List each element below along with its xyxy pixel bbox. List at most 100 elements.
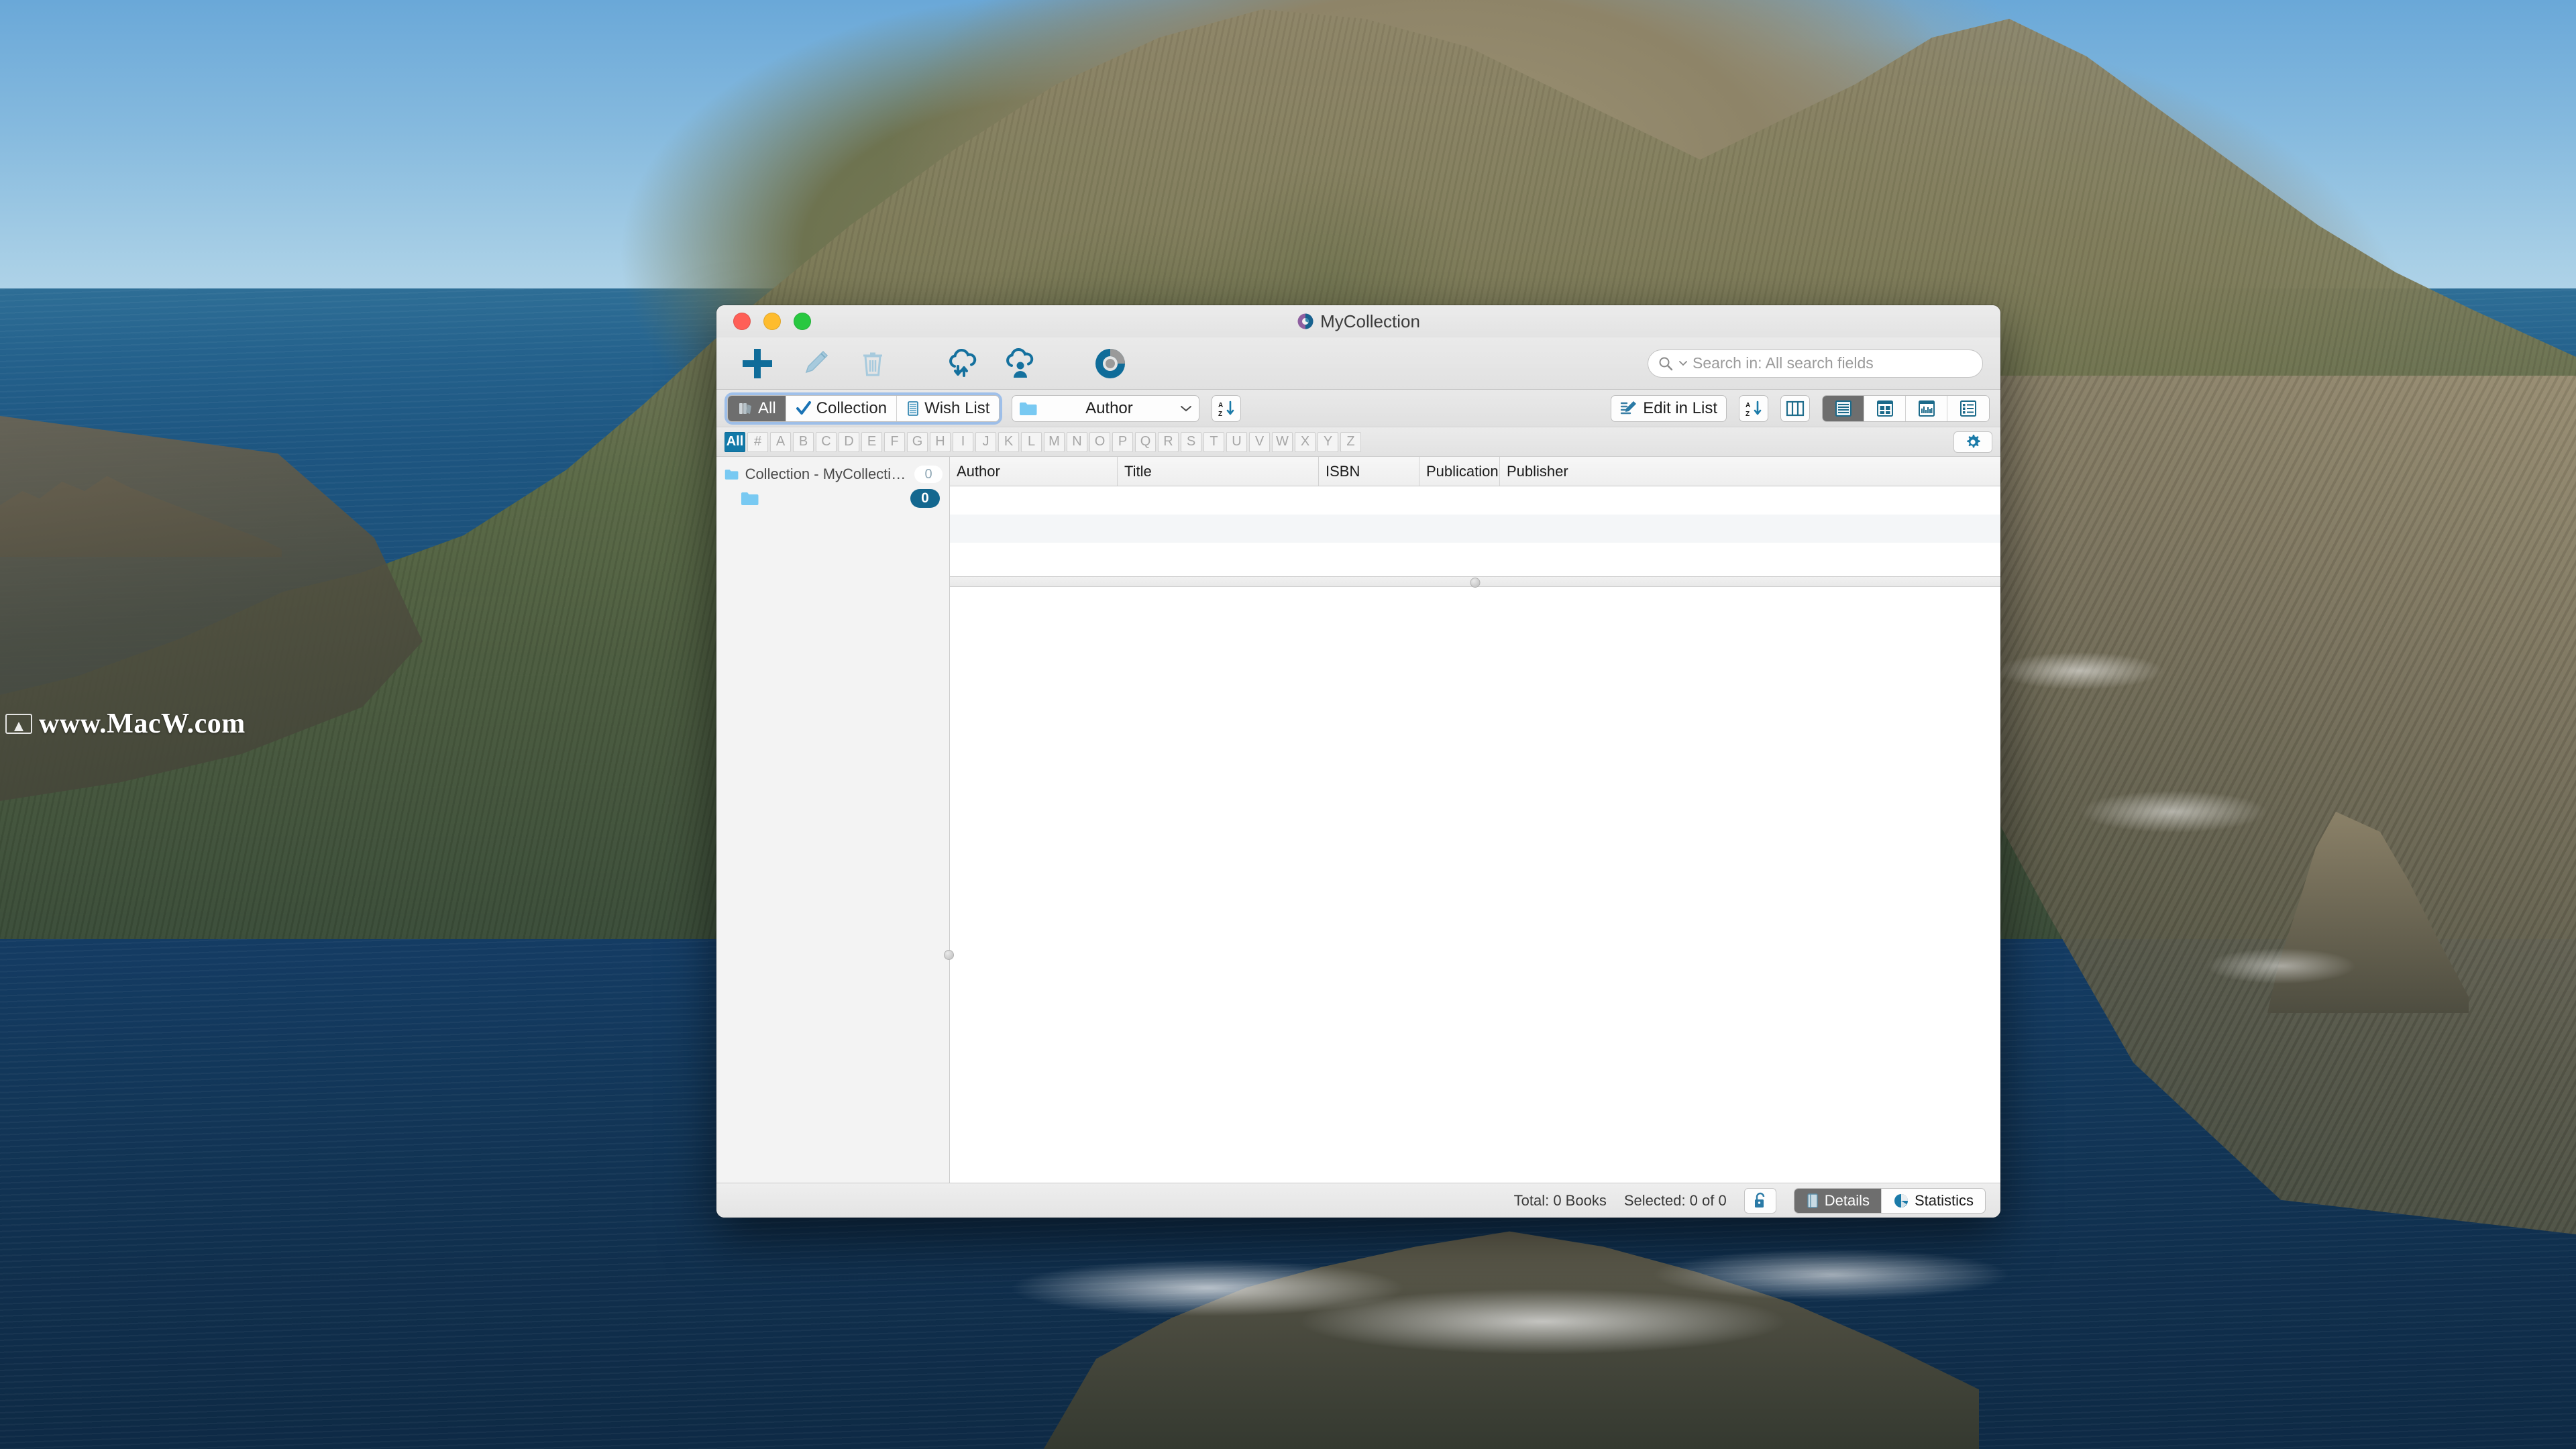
- all-books-icon: [739, 402, 751, 414]
- alpha-item-k[interactable]: K: [998, 431, 1019, 452]
- lock-button[interactable]: [1743, 1187, 1776, 1214]
- column-header-author[interactable]: Author: [950, 457, 1118, 486]
- alpha-item-p[interactable]: P: [1112, 431, 1133, 452]
- wallpaper-surf-foam: [1006, 1228, 2012, 1382]
- svg-text:A: A: [1218, 402, 1223, 409]
- tab-statistics[interactable]: Statistics: [1882, 1189, 1985, 1213]
- alpha-item-g[interactable]: G: [907, 431, 928, 452]
- view-mode-grid[interactable]: [1864, 395, 1906, 421]
- zoom-button[interactable]: [794, 313, 811, 330]
- alpha-item-r[interactable]: R: [1158, 431, 1179, 452]
- alpha-item-c[interactable]: C: [816, 431, 837, 452]
- share-button[interactable]: [991, 341, 1049, 386]
- column-header-publisher[interactable]: Publisher: [1500, 457, 1580, 486]
- close-button[interactable]: [733, 313, 751, 330]
- pie-chart-icon: [1894, 1193, 1908, 1208]
- columns-view-icon: [1786, 400, 1805, 416]
- alpha-item-m[interactable]: M: [1044, 431, 1065, 452]
- books-table: Author Title ISBN Publication Year Publi…: [950, 457, 2000, 576]
- group-by-label: Author: [1085, 398, 1133, 417]
- alpha-item-all[interactable]: All: [724, 431, 745, 452]
- alpha-item-e[interactable]: E: [861, 431, 882, 452]
- minimize-button[interactable]: [763, 313, 781, 330]
- trash-icon: [863, 352, 882, 376]
- wallpaper-surf-foam-right: [1999, 590, 2415, 1060]
- column-header-title[interactable]: Title: [1118, 457, 1319, 486]
- page-title: MyCollection: [1320, 311, 1420, 331]
- table-row[interactable]: [950, 515, 2000, 543]
- alpha-item-j[interactable]: J: [975, 431, 996, 452]
- alpha-item-v[interactable]: V: [1249, 431, 1270, 452]
- alpha-item-i[interactable]: I: [953, 431, 973, 452]
- filter-collection-label: Collection: [816, 398, 888, 417]
- alpha-item-b[interactable]: B: [793, 431, 814, 452]
- alpha-item-d[interactable]: D: [839, 431, 859, 452]
- search-icon: [1659, 357, 1673, 370]
- alpha-item-n[interactable]: N: [1067, 431, 1087, 452]
- library-filter-group: All Collection Wish List: [727, 394, 1000, 422]
- table-row[interactable]: [950, 543, 2000, 571]
- alpha-item-y[interactable]: Y: [1318, 431, 1338, 452]
- pencil-icon: [805, 350, 828, 373]
- column-header-publication-year[interactable]: Publication Year: [1419, 457, 1500, 486]
- alpha-item-t[interactable]: T: [1203, 431, 1224, 452]
- list-view-icon: [1835, 400, 1851, 417]
- table-body[interactable]: [950, 486, 2000, 576]
- tab-details[interactable]: Details: [1794, 1188, 1882, 1213]
- sort-az-icon: A Z: [1218, 400, 1234, 417]
- detail-view-icon: [1960, 400, 1976, 417]
- filter-collection[interactable]: Collection: [786, 395, 898, 421]
- delete-button[interactable]: [844, 341, 902, 386]
- sort-direction-button[interactable]: A Z: [1739, 394, 1768, 422]
- alpha-item-z[interactable]: Z: [1340, 431, 1361, 452]
- view-mode-detail[interactable]: [1947, 395, 1989, 421]
- alpha-item-u[interactable]: U: [1226, 431, 1247, 452]
- alpha-item-f[interactable]: F: [884, 431, 905, 452]
- sidebar-item-root[interactable]: Collection - MyCollection.bk… 0: [716, 462, 949, 486]
- mycollection-window: MyCollection Search in: All search field…: [716, 305, 2000, 1218]
- sort-az-button[interactable]: A Z: [1212, 394, 1242, 422]
- alphabar-settings-button[interactable]: [1953, 431, 1992, 453]
- horizontal-splitter-handle[interactable]: [1470, 578, 1481, 588]
- library-filter-segments: All Collection Wish List: [727, 394, 1000, 422]
- alpha-item-w[interactable]: W: [1272, 431, 1293, 452]
- alpha-item-s[interactable]: S: [1181, 431, 1201, 452]
- view-mode-list[interactable]: [1823, 395, 1864, 421]
- horizontal-splitter[interactable]: [950, 576, 2000, 588]
- svg-text:Z: Z: [1746, 411, 1750, 417]
- view-mode-cover[interactable]: [1906, 395, 1947, 421]
- window-titlebar[interactable]: MyCollection: [716, 305, 2000, 337]
- alpha-item-l[interactable]: L: [1021, 431, 1042, 452]
- tab-statistics-label: Statistics: [1914, 1191, 1974, 1209]
- table-row[interactable]: [950, 486, 2000, 515]
- filter-wishlist[interactable]: Wish List: [897, 395, 1000, 421]
- chevron-down-icon[interactable]: [1679, 360, 1687, 368]
- alpha-item-h[interactable]: H: [930, 431, 951, 452]
- alpha-item-q[interactable]: Q: [1135, 431, 1156, 452]
- edit-button[interactable]: [786, 341, 844, 386]
- group-by-combo[interactable]: Author: [1012, 394, 1200, 422]
- column-header-isbn[interactable]: ISBN: [1319, 457, 1419, 486]
- mycollection-logo-icon: [1095, 348, 1125, 378]
- sort-az-icon: A Z: [1746, 400, 1762, 417]
- filter-all[interactable]: All: [728, 395, 786, 421]
- filter-toolbar: All Collection Wish List Author A Z Edit…: [716, 390, 2000, 427]
- search-input[interactable]: Search in: All search fields: [1648, 349, 1983, 378]
- sidebar-splitter-handle[interactable]: [944, 950, 954, 960]
- wishlist-icon: [908, 400, 918, 416]
- sync-button[interactable]: [934, 341, 991, 386]
- edit-list-icon: [1621, 400, 1637, 414]
- view-mode-columns[interactable]: [1780, 394, 1810, 422]
- edit-in-list-button[interactable]: Edit in List: [1611, 394, 1727, 422]
- watermark: www.MacW.com: [5, 708, 246, 740]
- alpha-item-x[interactable]: X: [1295, 431, 1316, 452]
- add-button[interactable]: [729, 341, 786, 386]
- status-bar: Total: 0 Books Selected: 0 of 0 Details: [716, 1183, 2000, 1218]
- alpha-item-hash[interactable]: #: [747, 431, 768, 452]
- alpha-item-o[interactable]: O: [1089, 431, 1110, 452]
- sidebar-item-child[interactable]: 0: [716, 486, 949, 511]
- window-body: Collection - MyCollection.bk… 0 0 Author: [716, 457, 2000, 1183]
- edit-in-list-label: Edit in List: [1643, 398, 1717, 417]
- alpha-item-a[interactable]: A: [770, 431, 791, 452]
- lookup-button[interactable]: [1081, 341, 1139, 386]
